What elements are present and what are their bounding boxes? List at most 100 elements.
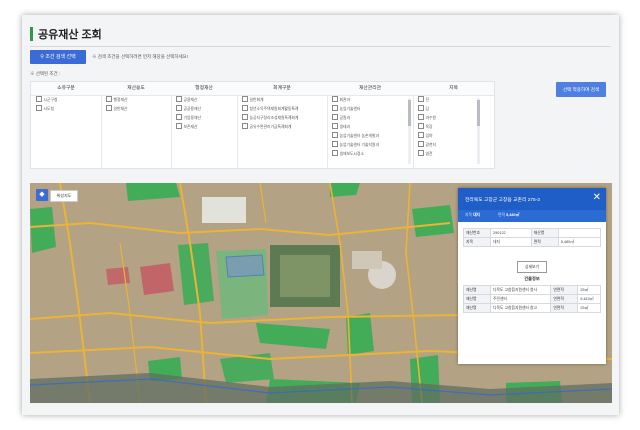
- checkbox[interactable]: [176, 123, 182, 129]
- filter-option[interactable]: 농업기술센터: [327, 105, 413, 114]
- checkbox[interactable]: [36, 105, 42, 111]
- checkbox[interactable]: [332, 114, 338, 120]
- checkbox[interactable]: [332, 132, 338, 138]
- filter-option[interactable]: 공유수면관리기금특례회계: [237, 123, 327, 132]
- filter-option[interactable]: 기업용재산: [171, 114, 237, 123]
- filter-option[interactable]: 임야: [413, 132, 494, 141]
- table-cell: 재산명: [463, 303, 491, 313]
- table-row: 재산명 다목도 고창읍지원센터 청사 연면적 25㎡: [463, 285, 601, 295]
- filter-option[interactable]: 공공용재산: [171, 105, 237, 114]
- building-roof: [202, 197, 246, 223]
- title-accent: [30, 27, 33, 41]
- checkbox[interactable]: [242, 96, 248, 102]
- filter-column-admin-property: 행정재산 공용재산 공공용재산 기업용재산 보존재산: [171, 82, 238, 168]
- checkbox[interactable]: [418, 150, 424, 156]
- summary-area: 면적 5,480㎡: [498, 213, 520, 217]
- filter-option[interactable]: 광천지: [413, 141, 494, 150]
- table-row: 재산명 주민센터 연면적 5,610㎡: [463, 294, 601, 304]
- parcel-green: [30, 207, 56, 253]
- filter-option[interactable]: 전: [413, 96, 494, 105]
- summary-land-category: 지목 대지: [465, 213, 481, 217]
- filter-option[interactable]: 청년소득주택재원회계활동특례: [237, 105, 327, 114]
- checkbox[interactable]: [36, 96, 42, 102]
- property-info-table: 재산번호 290122 재산명 지목 대지 면적 5,480㎡: [463, 228, 602, 247]
- filter-option[interactable]: 일반회계: [237, 96, 327, 105]
- property-info-panel: 전라북도 고창군 고창읍 교촌리 275-3 ✕ 지목 대지 면적 5,480㎡…: [458, 188, 606, 364]
- checkbox[interactable]: [106, 105, 112, 111]
- filter-option[interactable]: 보존재산: [171, 123, 237, 132]
- filter-option[interactable]: 염전: [413, 150, 494, 159]
- checkbox[interactable]: [106, 96, 112, 102]
- table-cell: 대지: [490, 237, 532, 247]
- parcel-green: [412, 205, 454, 237]
- parcel-green: [330, 183, 360, 197]
- checkbox[interactable]: [242, 114, 248, 120]
- search-condition-button[interactable]: ⚲ 조건 검색 선택: [30, 50, 86, 64]
- checkbox[interactable]: [332, 96, 338, 102]
- table-cell: 재산번호: [463, 228, 491, 238]
- filter-option[interactable]: 공원과: [327, 114, 413, 123]
- scrollbar[interactable]: [408, 98, 411, 164]
- filter-option[interactable]: 시도청: [31, 105, 101, 114]
- filter-option[interactable]: 시군구청: [31, 96, 101, 105]
- checkbox[interactable]: [332, 105, 338, 111]
- checkbox[interactable]: [418, 114, 424, 120]
- checkbox[interactable]: [242, 123, 248, 129]
- checkbox[interactable]: [176, 105, 182, 111]
- divider: [30, 46, 611, 47]
- filter-option[interactable]: 생애보도시정소: [327, 150, 413, 159]
- map-type-toggle[interactable]: 위성지도: [50, 190, 78, 202]
- checkbox[interactable]: [418, 105, 424, 111]
- table-cell: 연면적: [550, 294, 579, 304]
- table-cell: 연면적: [550, 285, 579, 295]
- filter-option[interactable]: 목장: [413, 123, 494, 132]
- checkbox[interactable]: [242, 105, 248, 111]
- table-cell: 주민센터: [489, 294, 552, 304]
- layers-icon[interactable]: ◆: [36, 189, 48, 201]
- checkbox[interactable]: [176, 114, 182, 120]
- filter-option[interactable]: 회관과: [327, 96, 413, 105]
- filter-option[interactable]: 과수원: [413, 114, 494, 123]
- table-cell: 재산명: [463, 285, 491, 295]
- page-header: 공유재산 조회: [30, 25, 611, 43]
- filter-option[interactable]: 공용재산: [171, 96, 237, 105]
- checkbox[interactable]: [418, 123, 424, 129]
- checkbox[interactable]: [418, 141, 424, 147]
- filter-header: 재산관리관: [327, 82, 413, 96]
- checkbox[interactable]: [418, 132, 424, 138]
- parcel-selected: [225, 254, 265, 278]
- filter-option[interactable]: 농업기술센터 농촌개발과: [327, 132, 413, 141]
- filter-option[interactable]: 생태과: [327, 123, 413, 132]
- apply-search-button[interactable]: 선택 적용하여 검색: [556, 82, 606, 97]
- checkbox[interactable]: [176, 96, 182, 102]
- scrollbar[interactable]: [477, 98, 480, 164]
- filter-option[interactable]: 답: [413, 105, 494, 114]
- table-row: 재산명 다목도 고창읍지원센터 창고 연면적 25㎡: [463, 303, 601, 313]
- panel-header: 전라북도 고창군 고창읍 교촌리 275-3 ✕: [458, 188, 606, 210]
- scrollbar-thumb[interactable]: [408, 100, 411, 126]
- checkbox[interactable]: [332, 150, 338, 156]
- filter-column-accounting: 회계구분 일반회계 청년소득주택재원회계활동특례 농공지구정리조성재원특례회계 …: [237, 82, 328, 168]
- filter-header: 소유구분: [31, 82, 101, 96]
- checkbox[interactable]: [418, 96, 424, 102]
- building-info-heading: 건물정보: [524, 276, 540, 281]
- filter-option[interactable]: 농업기술센터 기술지원과: [327, 141, 413, 150]
- filter-option[interactable]: 농공지구정리조성재원특례회계: [237, 114, 327, 123]
- table-cell: 5,610㎡: [577, 294, 601, 304]
- checkbox[interactable]: [332, 123, 338, 129]
- table-cell: 재산명: [530, 228, 559, 238]
- page-title: 공유재산 조회: [38, 29, 102, 41]
- filter-column-manager: 재산관리관 회관과 농업기술센터 공원과 생태과 농업기술센터 농촌개발과 농업…: [327, 82, 414, 168]
- table-cell: 5,480㎡: [557, 237, 602, 247]
- selected-conditions-label: ※ 선택된 조건 :: [30, 71, 61, 76]
- filter-column-ownership: 소유구분 시군구청 시도청: [31, 82, 102, 168]
- close-icon[interactable]: ✕: [593, 192, 601, 204]
- table-cell: 면적: [530, 237, 559, 247]
- checkbox[interactable]: [332, 141, 338, 147]
- filter-option[interactable]: 일반재산: [101, 105, 171, 114]
- filter-option[interactable]: 행정재산: [101, 96, 171, 105]
- scrollbar-thumb[interactable]: [477, 100, 480, 126]
- detail-view-button[interactable]: 상세보기: [517, 261, 547, 273]
- parcel-green: [178, 243, 214, 305]
- filter-column-usage: 재산용도 행정재산 일반재산: [101, 82, 172, 168]
